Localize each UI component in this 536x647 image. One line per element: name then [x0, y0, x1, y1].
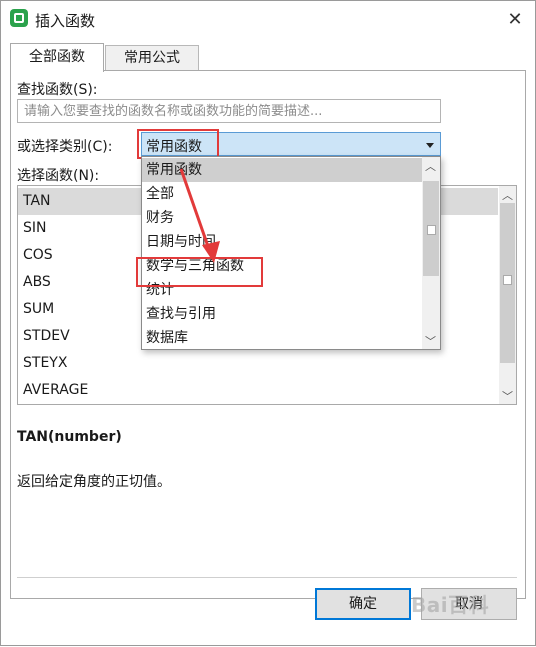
scroll-up-icon[interactable]: ︿ — [422, 157, 439, 174]
category-option[interactable]: 财务 — [142, 206, 422, 230]
search-label: 查找函数(S): — [17, 82, 98, 98]
tab-common-formulas[interactable]: 常用公式 — [105, 45, 199, 70]
close-icon[interactable]: ✕ — [501, 5, 529, 33]
function-list-label: 选择函数(N): — [17, 168, 100, 184]
tab-all-functions[interactable]: 全部函数 — [10, 43, 104, 72]
category-option[interactable]: 日期与时间 — [142, 230, 422, 254]
title-bar: 插入函数 ✕ — [1, 1, 535, 37]
dropdown-scrollbar-thumb[interactable] — [423, 181, 439, 276]
function-item[interactable]: STEYX — [18, 350, 498, 377]
annotation-box-category — [137, 129, 219, 159]
scroll-down-icon[interactable]: ﹀ — [422, 332, 439, 349]
scrollbar-grip — [503, 275, 512, 285]
watermark: Bai百科 — [411, 593, 490, 617]
window-title: 插入函数 — [35, 12, 96, 30]
category-option[interactable]: 查找与引用 — [142, 302, 422, 326]
insert-function-dialog: 插入函数 ✕ 全部函数 常用公式 查找函数(S): 或选择类别(C): 常用函数… — [0, 0, 536, 646]
category-option[interactable]: 常用函数 — [142, 158, 422, 182]
function-list-scrollbar[interactable]: ︿ ﹀ — [499, 186, 516, 404]
search-input[interactable] — [17, 99, 441, 123]
category-option[interactable]: 数据库 — [142, 326, 422, 350]
dropdown-arrow-icon[interactable] — [426, 143, 434, 148]
app-icon — [10, 9, 28, 27]
category-dropdown-list[interactable]: 常用函数 全部 财务 日期与时间 数学与三角函数 统计 查找与引用 数据库 ︿ … — [141, 156, 441, 350]
scroll-down-icon[interactable]: ﹀ — [499, 387, 516, 404]
scrollbar-thumb[interactable] — [500, 203, 515, 363]
function-syntax: TAN(number) — [17, 429, 122, 445]
ok-button[interactable]: 确定 — [315, 588, 411, 620]
tab-strip: 全部函数 常用公式 — [10, 43, 526, 72]
category-option[interactable]: 全部 — [142, 182, 422, 206]
scroll-up-icon[interactable]: ︿ — [499, 186, 516, 203]
annotation-box-math-trig — [136, 257, 263, 287]
divider — [17, 577, 517, 578]
function-item[interactable]: AVERAGE — [18, 377, 498, 404]
function-description: 返回给定角度的正切值。 — [17, 474, 171, 490]
dropdown-scrollbar[interactable]: ︿ ﹀ — [422, 157, 440, 349]
category-label: 或选择类别(C): — [17, 139, 113, 155]
scrollbar-grip — [427, 225, 436, 235]
